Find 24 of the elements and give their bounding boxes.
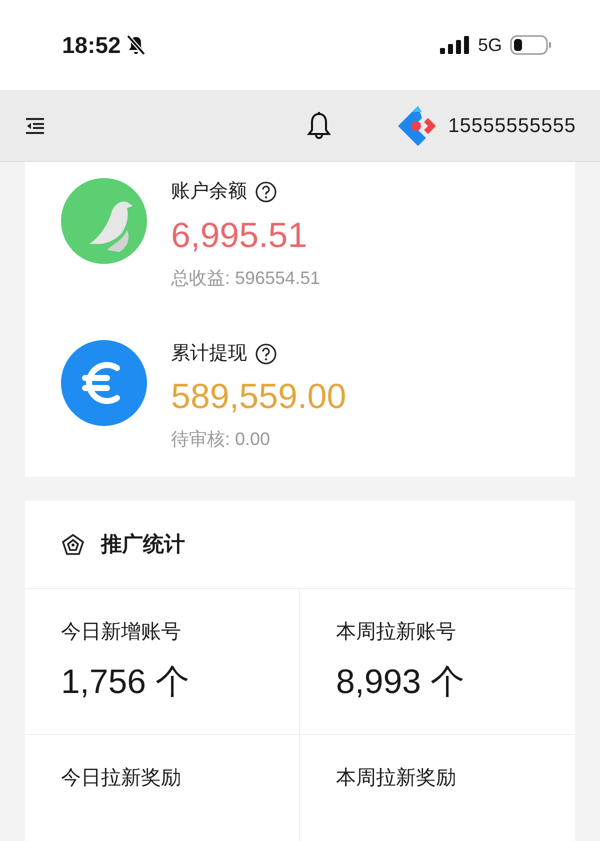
balance-note: 待审核: 0.00 [171, 428, 272, 451]
user-phone[interactable]: 15555555555 [448, 110, 576, 140]
stat-value: 8,993 个 [336, 662, 466, 703]
help-icon[interactable] [255, 181, 277, 204]
balance-label: 账户余额 [171, 180, 247, 204]
network-label: 5G [478, 34, 502, 56]
balance-amount: 6,995.51 [171, 214, 308, 256]
menu-icon[interactable] [24, 116, 46, 134]
bell-muted-icon [124, 34, 147, 56]
stat-label: 本周拉新账号 [336, 620, 457, 645]
pentagon-icon [61, 532, 85, 556]
stat-value: 1,756 个 [61, 662, 191, 703]
stat-label: 今日拉新奖励 [61, 766, 182, 791]
balance-label: 累计提现 [171, 342, 247, 366]
status-time: 18:52 [62, 30, 121, 60]
battery-icon [510, 35, 552, 55]
stat-label: 今日新增账号 [61, 620, 182, 645]
section-title: 推广统计 [101, 532, 185, 558]
signal-icon [440, 36, 470, 54]
help-icon[interactable] [255, 342, 277, 365]
bell-icon[interactable] [306, 110, 332, 140]
balance-amount: 589,559.00 [171, 376, 346, 418]
stat-label: 本周拉新奖励 [336, 766, 457, 791]
balance-note: 总收益: 596554.51 [171, 266, 320, 290]
